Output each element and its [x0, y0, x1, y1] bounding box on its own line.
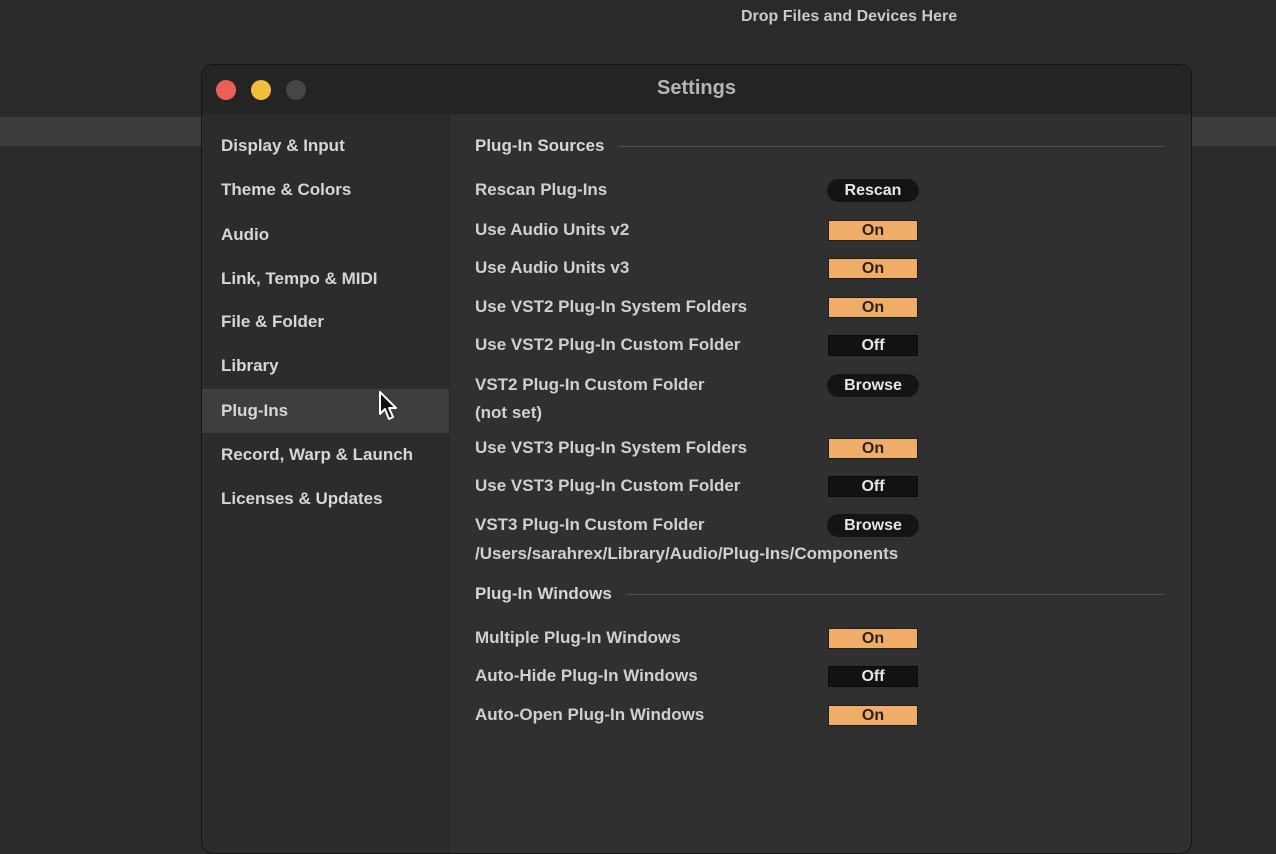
audio-units-v3-label: Use Audio Units v3 [475, 258, 629, 278]
sidebar-item-audio[interactable]: Audio [202, 213, 449, 257]
multiple-plug-in-windows-label: Multiple Plug-In Windows [475, 628, 681, 648]
auto-open-plug-in-windows-toggle[interactable]: On [828, 705, 918, 726]
title-bar: Settings [202, 65, 1191, 114]
window-title: Settings [202, 77, 1191, 100]
vst2-browse-button[interactable]: Browse [827, 374, 919, 397]
vst2-custom-folder-toggle[interactable]: Off [828, 335, 918, 356]
plug-ins-settings-panel: Plug-In Sources Rescan Plug-Ins Rescan U… [450, 114, 1191, 853]
section-title: Plug-In Windows [475, 584, 612, 604]
background-strip-right [1190, 117, 1276, 146]
sidebar-item-file-folder[interactable]: File & Folder [202, 300, 449, 344]
auto-hide-plug-in-windows-toggle[interactable]: Off [828, 666, 918, 687]
background-strip-left [0, 117, 204, 146]
section-header-plug-in-sources: Plug-In Sources [475, 134, 1165, 158]
vst2-custom-folder-path-label: VST2 Plug-In Custom Folder [475, 375, 705, 395]
section-divider [626, 594, 1165, 595]
vst3-custom-folder-path-label: VST3 Plug-In Custom Folder [475, 515, 705, 535]
section-divider [618, 146, 1165, 147]
settings-window: Settings Display & Input Theme & Colors … [201, 64, 1192, 854]
vst3-custom-folder-toggle[interactable]: Off [828, 476, 918, 497]
vst3-system-folders-toggle[interactable]: On [828, 438, 918, 459]
sidebar-item-licenses-updates[interactable]: Licenses & Updates [202, 477, 449, 521]
vst3-system-folders-label: Use VST3 Plug-In System Folders [475, 438, 747, 458]
sidebar-item-display-input[interactable]: Display & Input [202, 124, 449, 168]
sidebar-item-library[interactable]: Library [202, 344, 449, 388]
sidebar-item-record-warp-launch[interactable]: Record, Warp & Launch [202, 433, 449, 477]
auto-open-plug-in-windows-label: Auto-Open Plug-In Windows [475, 705, 704, 725]
vst2-custom-folder-label: Use VST2 Plug-In Custom Folder [475, 335, 740, 355]
vst3-browse-button[interactable]: Browse [827, 514, 919, 537]
settings-sidebar: Display & Input Theme & Colors Audio Lin… [202, 114, 450, 853]
sidebar-item-link-tempo-midi[interactable]: Link, Tempo & MIDI [202, 257, 449, 301]
rescan-button[interactable]: Rescan [827, 179, 919, 202]
sidebar-item-theme-colors[interactable]: Theme & Colors [202, 168, 449, 212]
section-title: Plug-In Sources [475, 136, 604, 156]
sidebar-item-plug-ins[interactable]: Plug-Ins [202, 389, 449, 433]
audio-units-v2-toggle[interactable]: On [828, 220, 918, 241]
audio-units-v2-label: Use Audio Units v2 [475, 220, 629, 240]
section-header-plug-in-windows: Plug-In Windows [475, 582, 1165, 606]
vst3-folder-path-value: /Users/sarahrex/Library/Audio/Plug-Ins/C… [475, 544, 898, 564]
vst2-system-folders-label: Use VST2 Plug-In System Folders [475, 297, 747, 317]
vst3-custom-folder-label: Use VST3 Plug-In Custom Folder [475, 476, 740, 496]
vst2-system-folders-toggle[interactable]: On [828, 297, 918, 318]
multiple-plug-in-windows-toggle[interactable]: On [828, 628, 918, 649]
audio-units-v3-toggle[interactable]: On [828, 258, 918, 279]
rescan-plug-ins-label: Rescan Plug-Ins [475, 180, 607, 200]
mouse-pointer-icon [378, 390, 400, 422]
vst2-folder-path-value: (not set) [475, 403, 542, 423]
drop-zone-label: Drop Files and Devices Here [741, 8, 957, 26]
auto-hide-plug-in-windows-label: Auto-Hide Plug-In Windows [475, 666, 698, 686]
